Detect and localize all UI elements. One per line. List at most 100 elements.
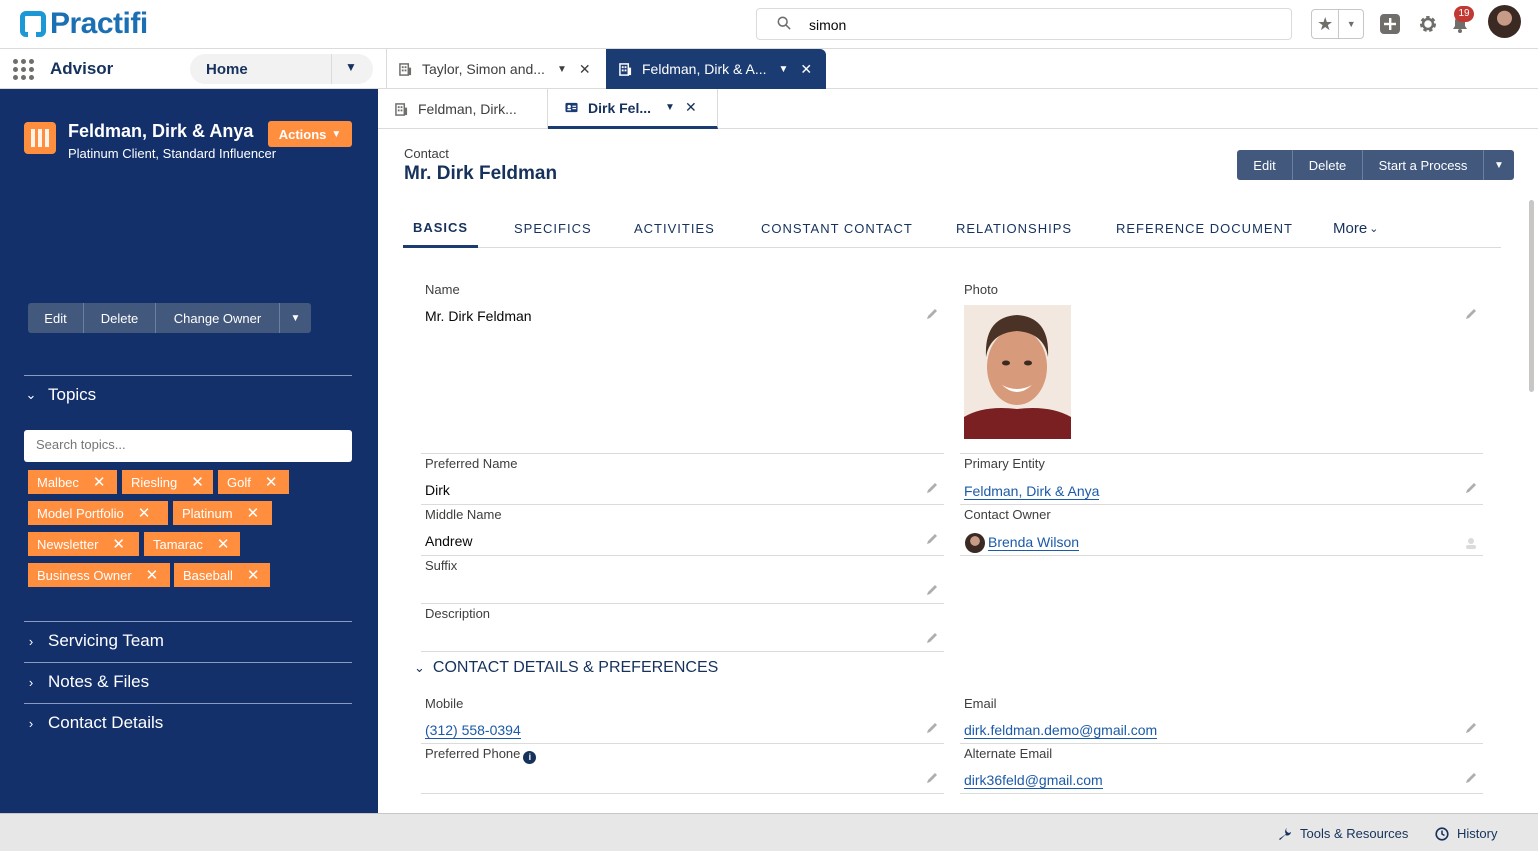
chevron-down-icon[interactable]: ▼ — [665, 102, 675, 113]
more-actions-dropdown[interactable]: ▼ — [280, 303, 311, 333]
change-owner-button[interactable]: Change Owner — [156, 303, 280, 333]
primary-entity-link[interactable]: Feldman, Dirk & Anya — [964, 483, 1100, 500]
topics-search-input[interactable] — [36, 437, 336, 452]
pencil-icon[interactable] — [1464, 771, 1478, 785]
star-icon[interactable]: ★ — [1312, 10, 1340, 38]
sidebar-button-group: Edit Delete Change Owner ▼ — [28, 303, 311, 333]
tab-reference-document[interactable]: REFERENCE DOCUMENT — [1116, 209, 1293, 248]
tab-constant-contact[interactable]: CONSTANT CONTACT — [761, 209, 913, 248]
tab-label: Feldman, Dirk & A... — [642, 61, 767, 77]
info-icon[interactable]: i — [523, 751, 537, 764]
more-actions-dropdown[interactable]: ▼ — [1484, 150, 1514, 180]
mobile-link[interactable]: (312) 558-0394 — [425, 722, 521, 739]
topic-pill[interactable]: Baseball ✕ — [174, 563, 270, 587]
search-input[interactable] — [809, 15, 1269, 35]
contact-owner-link[interactable]: Brenda Wilson — [988, 534, 1080, 551]
history-label: History — [1457, 826, 1498, 841]
remove-icon[interactable]: ✕ — [138, 506, 151, 521]
topic-pill[interactable]: Riesling ✕ — [122, 470, 213, 494]
pencil-icon[interactable] — [925, 721, 939, 735]
contact-photo — [964, 305, 1071, 439]
section-label: Servicing Team — [48, 631, 164, 650]
notes-files-section[interactable]: › Notes & Files — [24, 672, 149, 692]
close-icon[interactable]: ✕ — [579, 61, 591, 78]
change-owner-icon[interactable] — [1464, 536, 1478, 550]
email-link[interactable]: dirk.feldman.demo@gmail.com — [964, 722, 1158, 739]
topic-pill[interactable]: Malbec ✕ — [28, 470, 117, 494]
servicing-team-section[interactable]: › Servicing Team — [24, 631, 164, 651]
chevron-down-icon[interactable]: ▼ — [778, 64, 788, 75]
history-button[interactable]: History — [1435, 826, 1497, 841]
tab-basics[interactable]: BASICS — [403, 209, 478, 248]
subtab-contact[interactable]: Dirk Fel... ▼ ✕ — [548, 89, 718, 129]
pencil-icon[interactable] — [925, 532, 939, 546]
pencil-icon[interactable] — [925, 307, 939, 321]
edit-button[interactable]: Edit — [28, 303, 84, 333]
remove-icon[interactable]: ✕ — [191, 475, 204, 490]
tab-label: ACTIVITIES — [634, 221, 715, 236]
topics-section-header[interactable]: ⌄ Topics — [24, 385, 97, 405]
tab-more[interactable]: More ⌄ — [1333, 209, 1378, 248]
user-avatar[interactable] — [1488, 5, 1521, 38]
workspace-tab-taylor[interactable]: Taylor, Simon and... ▼ ✕ — [386, 49, 606, 89]
pencil-icon[interactable] — [1464, 481, 1478, 495]
topic-pill[interactable]: Platinum ✕ — [173, 501, 272, 525]
global-add-button[interactable] — [1378, 12, 1402, 36]
actions-label: Actions — [278, 126, 327, 142]
section-title: CONTACT DETAILS & PREFERENCES — [432, 659, 719, 676]
close-icon[interactable]: ✕ — [685, 99, 697, 116]
delete-button[interactable]: Delete — [84, 303, 156, 333]
pencil-icon[interactable] — [1464, 721, 1478, 735]
remove-icon[interactable]: ✕ — [247, 506, 260, 521]
record-title: Mr. Dirk Feldman — [404, 163, 558, 184]
middle-name-value: Andrew — [425, 533, 473, 549]
topic-pill[interactable]: Tamarac ✕ — [144, 532, 240, 556]
subtab-account[interactable]: Feldman, Dirk... — [378, 89, 548, 129]
chevron-down-icon[interactable]: ▼ — [557, 64, 567, 75]
alternate-email-link[interactable]: dirk36feld@gmail.com — [964, 772, 1103, 789]
topic-pill[interactable]: Model Portfolio ✕ — [28, 501, 168, 525]
start-process-button[interactable]: Start a Process — [1363, 150, 1484, 180]
remove-icon[interactable]: ✕ — [112, 537, 125, 552]
close-icon[interactable]: ✕ — [800, 61, 812, 78]
contact-details-section[interactable]: › Contact Details — [24, 713, 163, 733]
topic-pill[interactable]: Golf ✕ — [218, 470, 289, 494]
topics-search[interactable] — [24, 430, 352, 462]
pencil-icon[interactable] — [925, 481, 939, 495]
tab-activities[interactable]: ACTIVITIES — [634, 209, 715, 248]
tab-specifics[interactable]: SPECIFICS — [514, 209, 592, 248]
contact-card-icon — [565, 102, 578, 113]
remove-icon[interactable]: ✕ — [93, 475, 106, 490]
pencil-icon[interactable] — [925, 631, 939, 645]
preferred-phone-label-group: Preferred Phone i — [425, 746, 537, 764]
logo-text: Practifi — [50, 7, 148, 40]
delete-button[interactable]: Delete — [1293, 150, 1363, 180]
home-nav-item[interactable]: Home ▼ — [190, 54, 373, 84]
favorites-control[interactable]: ★ ▼ — [1311, 9, 1364, 39]
favorites-dropdown-icon[interactable]: ▼ — [1339, 10, 1363, 38]
chevron-down-icon[interactable]: ▼ — [345, 60, 357, 74]
owner-avatar — [965, 533, 985, 553]
workspace-tab-feldman[interactable]: Feldman, Dirk & A... ▼ ✕ — [606, 49, 826, 89]
pencil-icon[interactable] — [1464, 307, 1478, 321]
topic-pill[interactable]: Business Owner ✕ — [28, 563, 170, 587]
tools-resources-button[interactable]: Tools & Resources — [1278, 826, 1408, 841]
topic-pill[interactable]: Newsletter ✕ — [28, 532, 139, 556]
practifi-logo[interactable]: Practifi — [20, 9, 148, 39]
remove-icon[interactable]: ✕ — [217, 537, 230, 552]
tab-label: BASICS — [412, 219, 469, 235]
contact-details-section-header[interactable]: ⌄ CONTACT DETAILS & PREFERENCES — [414, 659, 718, 677]
scrollbar[interactable] — [1529, 200, 1534, 392]
actions-button[interactable]: Actions ▼ — [268, 121, 352, 147]
pencil-icon[interactable] — [925, 583, 939, 597]
app-launcher-icon[interactable] — [13, 59, 34, 80]
remove-icon[interactable]: ✕ — [265, 475, 278, 490]
global-search[interactable] — [756, 8, 1292, 40]
edit-button[interactable]: Edit — [1237, 150, 1293, 180]
pencil-icon[interactable] — [925, 771, 939, 785]
setup-button[interactable] — [1416, 12, 1440, 36]
field-label: Email — [964, 696, 997, 711]
remove-icon[interactable]: ✕ — [146, 568, 159, 583]
remove-icon[interactable]: ✕ — [247, 568, 260, 583]
tab-relationships[interactable]: RELATIONSHIPS — [956, 209, 1072, 248]
